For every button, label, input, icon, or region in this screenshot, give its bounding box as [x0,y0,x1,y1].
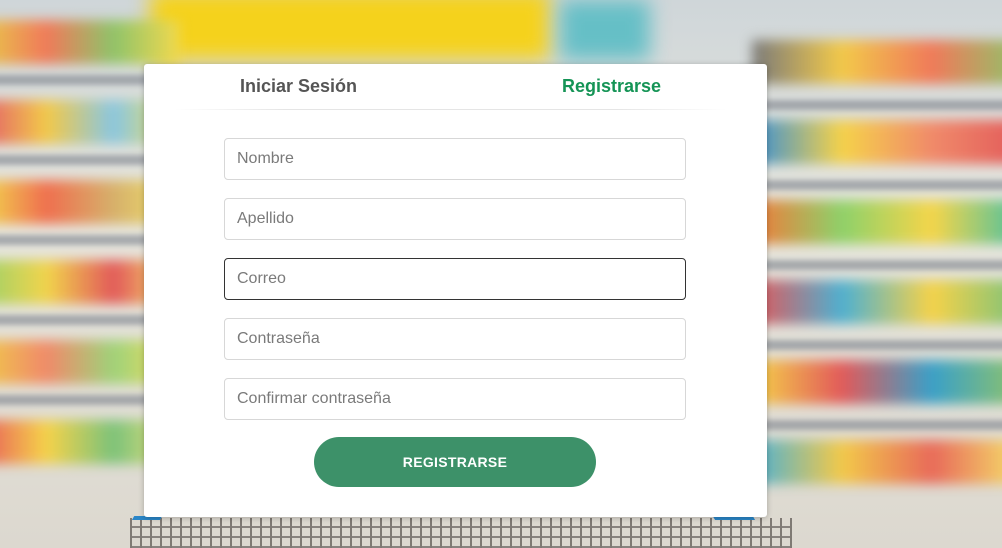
first-name-field[interactable] [224,138,686,180]
email-field[interactable] [224,258,686,300]
tab-register[interactable]: Registrarse [562,76,661,97]
confirm-password-field[interactable] [224,378,686,420]
register-button[interactable]: REGISTRARSE [314,437,596,487]
shopping-cart-image [130,518,792,548]
tab-login[interactable]: Iniciar Sesión [240,76,357,97]
password-field[interactable] [224,318,686,360]
auth-tabs: Iniciar Sesión Registrarse [144,64,767,110]
auth-card: Iniciar Sesión Registrarse REGISTRARSE [144,64,767,517]
tabs-divider [174,109,727,110]
last-name-field[interactable] [224,198,686,240]
